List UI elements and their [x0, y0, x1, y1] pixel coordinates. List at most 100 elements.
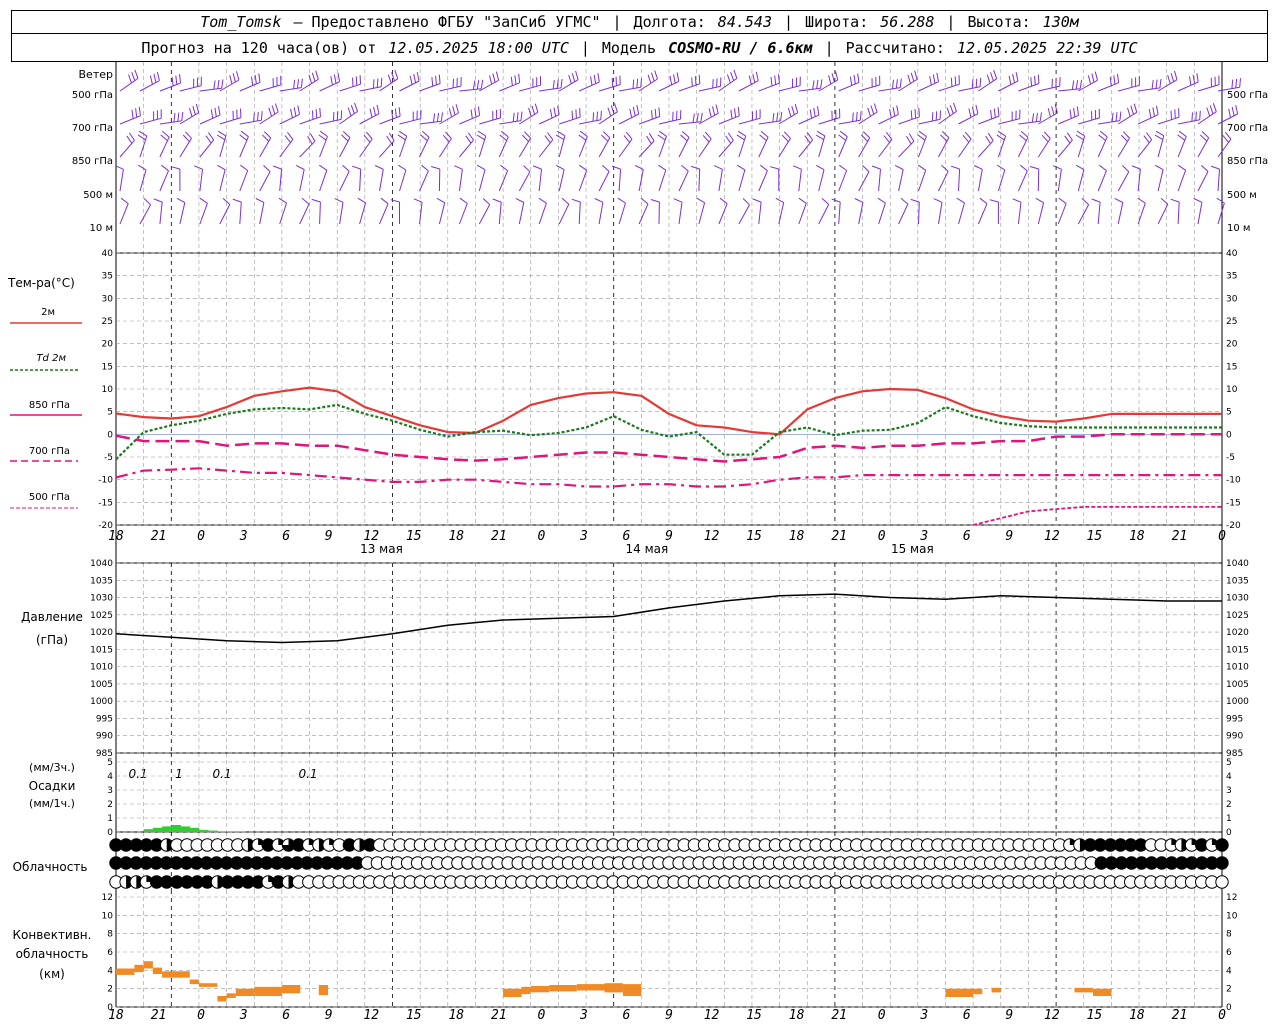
day-label: 13 мая — [360, 542, 403, 556]
wind-barb-feather — [1076, 106, 1079, 116]
wind-barb — [958, 202, 965, 225]
wind-barb — [858, 171, 870, 192]
wind-barb — [159, 136, 170, 158]
wind-barb — [579, 119, 601, 125]
pressure-unit: (гПа) — [36, 633, 68, 647]
wind-barb-feather — [575, 109, 577, 119]
wind-barb-feather — [774, 75, 777, 85]
wind-barb — [478, 204, 491, 225]
wind-barb-feather — [194, 165, 203, 170]
wind-barb — [479, 117, 501, 125]
time-label-bottom: 3 — [239, 1008, 248, 1023]
precip-ytick-right: 1 — [1226, 814, 1232, 824]
wind-barb — [379, 203, 389, 225]
wind-barb-feather — [987, 132, 994, 141]
wind-barb — [698, 138, 712, 158]
wind-barb-feather — [1170, 110, 1172, 120]
wind-barb-feather — [900, 197, 909, 205]
wind-barb — [997, 136, 1007, 158]
wind-barb-feather — [575, 70, 579, 80]
wind-barb-feather — [218, 106, 221, 116]
wind-barb-feather — [1195, 111, 1197, 121]
wind-barb-feather — [518, 73, 521, 83]
precip-bar — [198, 829, 209, 832]
time-label-mid: 0 — [197, 529, 205, 544]
wind-barb-feather — [171, 166, 181, 170]
wind-barb — [918, 170, 927, 192]
wind-barb — [818, 169, 825, 192]
wind-barb-feather — [989, 199, 999, 203]
wind-barb-feather — [839, 164, 847, 171]
wind-barb — [1098, 82, 1119, 92]
wind-barb-feather — [319, 107, 321, 117]
wind-barb-feather — [332, 112, 335, 122]
wind-barb — [598, 84, 621, 92]
wind-barb-feather — [857, 73, 860, 83]
wind-barb-feather — [696, 113, 699, 123]
wind-barb — [698, 85, 721, 92]
wind-barb-feather — [941, 164, 949, 172]
wind-barb-feather — [1019, 134, 1027, 142]
wind-barb-feather — [1174, 70, 1178, 80]
wind-barb — [858, 137, 871, 158]
precip-bar — [152, 827, 163, 832]
wind-barb-feather — [1015, 72, 1019, 82]
wind-barb-feather — [632, 79, 635, 89]
wind-barb-feather — [260, 111, 263, 121]
pressure-ytick-right: 1020 — [1226, 628, 1249, 638]
wind-barb-feather — [134, 69, 139, 79]
wind-barb — [1197, 111, 1217, 125]
wind-barb — [119, 140, 135, 158]
wind-barb — [1217, 138, 1232, 158]
wind-barb-feather — [1114, 197, 1124, 203]
wind-barb — [698, 168, 701, 192]
wind-barb-feather — [997, 107, 1000, 117]
wind-barb — [538, 203, 547, 225]
wind-barb-feather — [936, 72, 939, 82]
wind-barb-feather — [1052, 165, 1062, 170]
wind-barb — [838, 81, 860, 92]
wind-barb-feather — [413, 198, 423, 203]
wind-barb-feather — [1189, 76, 1192, 86]
wind-barb-feather — [1039, 112, 1042, 122]
wind-barb-feather — [207, 132, 215, 141]
wind-barb — [638, 203, 649, 225]
temperature-ytick-right: 35 — [1226, 272, 1237, 282]
wind-barb — [678, 202, 683, 225]
precip-ytick: 3 — [107, 786, 113, 796]
wind-barb — [638, 116, 660, 125]
wind-barb — [159, 120, 182, 125]
wind-barb-feather — [690, 165, 700, 170]
wind-barb-feather — [416, 72, 420, 82]
time-label-mid: 12 — [1044, 529, 1060, 544]
wind-barb — [1057, 203, 1067, 225]
wind-barb — [798, 139, 813, 158]
temperature-ytick: -20 — [98, 521, 113, 531]
wind-barb-feather — [236, 71, 240, 81]
wind-barb — [399, 169, 407, 192]
wind-barb-feather — [817, 106, 820, 116]
wind-barb-feather — [889, 108, 892, 118]
wind-barb-feather — [870, 105, 875, 115]
convective-ytick-right: 2 — [1226, 985, 1232, 995]
wind-barb-feather — [192, 105, 196, 115]
wind-barb — [738, 204, 750, 225]
wind-barb-feather — [173, 113, 176, 123]
wind-barb — [199, 139, 215, 158]
wind-barb-feather — [445, 131, 452, 139]
wind-barb-feather — [440, 112, 443, 122]
wind-barb — [758, 82, 780, 92]
wind-barb — [459, 88, 482, 92]
wind-barb — [678, 121, 701, 125]
wind-barb — [678, 137, 690, 158]
wind-barb-feather — [1113, 75, 1116, 85]
wind-barb-feather — [658, 107, 661, 117]
wind-barb-feather — [835, 71, 839, 81]
wind-barb-feather — [1151, 80, 1154, 90]
pressure-ytick: 990 — [96, 732, 113, 742]
wind-barb-feather — [1047, 108, 1051, 118]
time-label-mid: 21 — [831, 529, 847, 544]
wind-barb — [438, 202, 446, 225]
wind-barb — [658, 80, 680, 92]
wind-barb-feather — [658, 164, 667, 171]
